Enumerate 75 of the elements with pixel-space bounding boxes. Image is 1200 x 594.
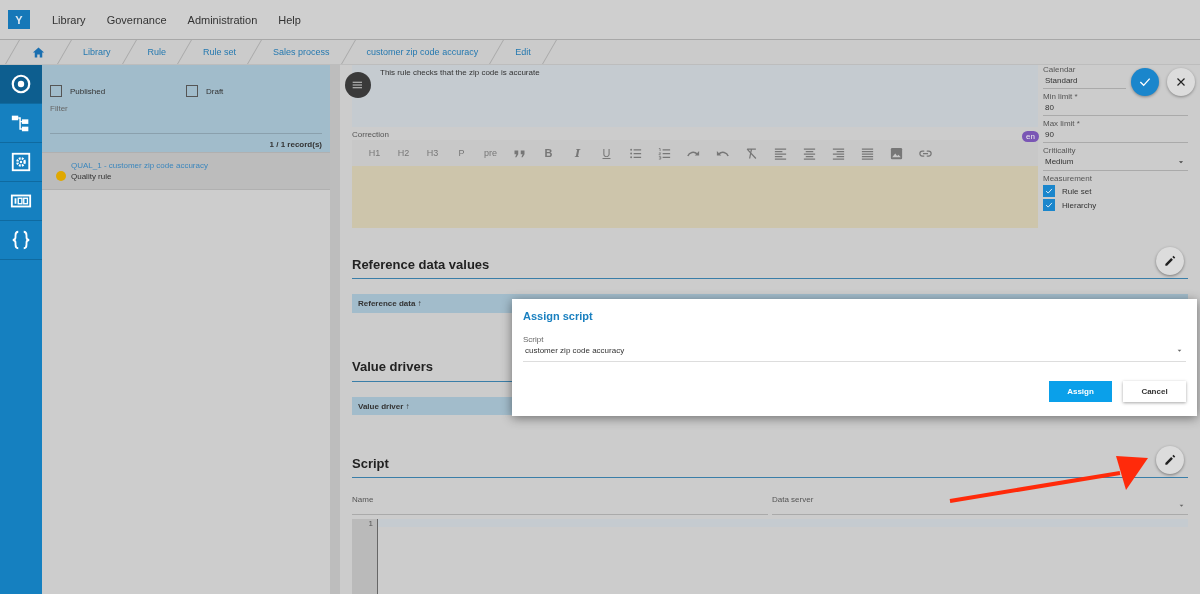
cancel-button[interactable]: Cancel: [1123, 381, 1186, 402]
checkbox-label: Draft: [206, 86, 224, 96]
edit-button[interactable]: [1156, 247, 1184, 275]
breadcrumb-link[interactable]: customer zip code accuracy: [366, 47, 479, 57]
braces-icon: [10, 229, 32, 251]
column-header[interactable]: Reference data ↑: [358, 298, 422, 308]
breadcrumb-link[interactable]: Sales process: [273, 47, 330, 57]
line-number: 1: [367, 519, 373, 529]
field-label: Max limit *: [1043, 119, 1081, 128]
checkbox[interactable]: [1043, 185, 1055, 197]
breadcrumb-link[interactable]: Rule set: [203, 47, 237, 57]
text-field[interactable]: 90: [1043, 128, 1188, 143]
breadcrumb-link[interactable]: Rule: [147, 47, 167, 57]
record-title: QUAL_1 - customer zip code accuracy: [71, 161, 208, 170]
nav-tab[interactable]: [0, 65, 42, 104]
dropdown-field[interactable]: customer zip code accuracy: [523, 344, 1186, 362]
menu-item[interactable]: Help: [278, 13, 301, 26]
text-field[interactable]: Standard: [1043, 74, 1126, 89]
save-button[interactable]: [1131, 68, 1159, 96]
format-button[interactable]: H2: [389, 148, 418, 158]
breadcrumb-link[interactable]: Library: [83, 47, 111, 57]
italic-button[interactable]: I: [563, 146, 592, 160]
section-title: Value drivers: [352, 359, 433, 375]
field-label: Criticality: [1043, 146, 1077, 155]
dropdown-field[interactable]: Medium: [1043, 155, 1188, 171]
field-label: Script: [523, 335, 544, 344]
format-button[interactable]: H3: [418, 148, 447, 158]
edit-button[interactable]: [1156, 446, 1184, 475]
dropdown-field[interactable]: Data server: [772, 488, 1188, 516]
field-label: Correction: [352, 130, 389, 139]
underline-button[interactable]: U: [592, 147, 621, 159]
column-header[interactable]: Value driver ↑: [358, 401, 410, 411]
justify-icon[interactable]: [860, 145, 875, 161]
image-icon[interactable]: [889, 145, 904, 161]
checkbox[interactable]: [50, 85, 62, 97]
pencil-icon: [1163, 254, 1177, 268]
align-right-icon[interactable]: [831, 145, 846, 161]
format-button[interactable]: P: [447, 148, 476, 158]
breadcrumb-link[interactable]: Edit: [515, 47, 531, 57]
clear-format-icon[interactable]: [744, 145, 759, 161]
record-type: Quality rule: [71, 172, 113, 181]
numbered-list-icon[interactable]: [657, 145, 672, 161]
dialog-title: Assign script: [523, 310, 593, 322]
checkbox-label: Rule set: [1062, 186, 1092, 196]
format-button[interactable]: H1: [360, 148, 389, 158]
close-button[interactable]: [1167, 68, 1195, 96]
language-badge[interactable]: en: [1022, 131, 1039, 142]
record-item[interactable]: QUAL_1 - customer zip code accuracy Quality rule: [42, 152, 330, 190]
menu-item[interactable]: Library: [52, 13, 86, 26]
checkbox[interactable]: [1043, 199, 1055, 211]
checkbox-label: Published: [70, 86, 106, 96]
record-count: 1 / 1 record(s): [269, 140, 322, 149]
menu-item[interactable]: Governance: [106, 13, 167, 26]
menu-button[interactable]: [345, 72, 371, 98]
filter-label: Filter: [50, 104, 68, 113]
field-label: Measurement: [1043, 174, 1093, 183]
app-logo[interactable]: Y: [8, 10, 30, 29]
checkbox-label: Hierarchy: [1062, 200, 1097, 210]
field-label: Calendar: [1043, 65, 1077, 74]
bold-button[interactable]: B: [534, 147, 563, 159]
section-title: Reference data values: [352, 256, 490, 272]
eye-icon: [10, 73, 32, 95]
description-text: This rule checks that the zip code is accurate: [352, 65, 1038, 127]
text-field[interactable]: Name: [352, 488, 768, 516]
assign-button[interactable]: Assign: [1049, 381, 1112, 402]
text-field[interactable]: 80: [1043, 101, 1188, 116]
field-label: Min limit *: [1043, 92, 1079, 101]
section-title: Script: [352, 455, 389, 471]
align-left-icon[interactable]: [773, 145, 788, 161]
align-center-icon[interactable]: [802, 145, 817, 161]
pencil-icon: [1163, 453, 1177, 468]
format-button[interactable]: pre: [476, 148, 505, 158]
menu-item[interactable]: Administration: [187, 13, 258, 26]
checkbox[interactable]: [186, 85, 198, 97]
gear-box-icon: [10, 151, 32, 173]
